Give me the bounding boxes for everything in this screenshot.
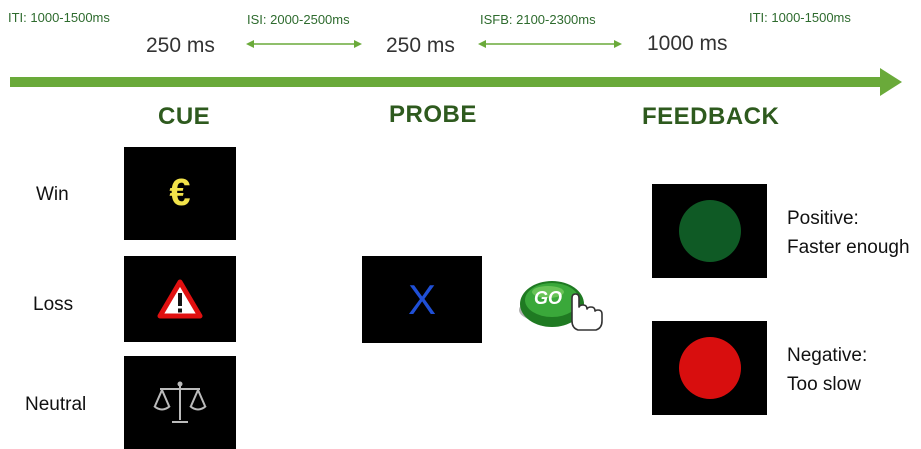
probe-x-symbol: X [407, 275, 436, 323]
isi-label: ISI: 2000-2500ms [247, 12, 350, 27]
probe-box: X [362, 256, 482, 343]
probe-duration: 250 ms [386, 34, 455, 57]
iti-start-label: ITI: 1000-1500ms [8, 10, 110, 25]
scales-of-justice-icon [153, 381, 207, 423]
cue-loss-box [124, 256, 236, 342]
phase-feedback-heading: FEEDBACK [642, 103, 780, 130]
negative-heading: Negative: [787, 345, 868, 366]
go-button-icon: GO [516, 266, 610, 342]
isfb-label: ISFB: 2100-2300ms [480, 12, 596, 27]
feedback-positive-box [652, 184, 767, 278]
feedback-positive-text: Positive: Faster enough [787, 204, 910, 262]
phase-cue-heading: CUE [158, 103, 211, 130]
timeline-arrow [10, 68, 902, 96]
isi-interval-arrow [246, 40, 362, 48]
feedback-negative-text: Negative: Too slow [787, 341, 867, 399]
positive-heading: Positive: [787, 208, 859, 229]
warning-triangle-icon [157, 279, 203, 319]
go-button-text: GO [534, 288, 563, 308]
cue-duration: 250 ms [146, 34, 215, 57]
condition-win-label: Win [36, 184, 69, 205]
green-circle-icon [678, 200, 741, 262]
cue-win-box: € [124, 147, 236, 240]
condition-loss-label: Loss [33, 294, 74, 315]
phase-probe-heading: PROBE [389, 101, 477, 128]
positive-description: Faster enough [787, 237, 910, 258]
red-circle-icon [678, 337, 741, 399]
iti-end-label: ITI: 1000-1500ms [749, 10, 851, 25]
isfb-interval-arrow [478, 40, 622, 48]
feedback-negative-box [652, 321, 767, 415]
cue-neutral-box [124, 356, 236, 449]
negative-description: Too slow [787, 374, 861, 395]
condition-neutral-label: Neutral [25, 394, 87, 415]
feedback-duration: 1000 ms [647, 32, 728, 55]
euro-icon: € [169, 172, 191, 214]
